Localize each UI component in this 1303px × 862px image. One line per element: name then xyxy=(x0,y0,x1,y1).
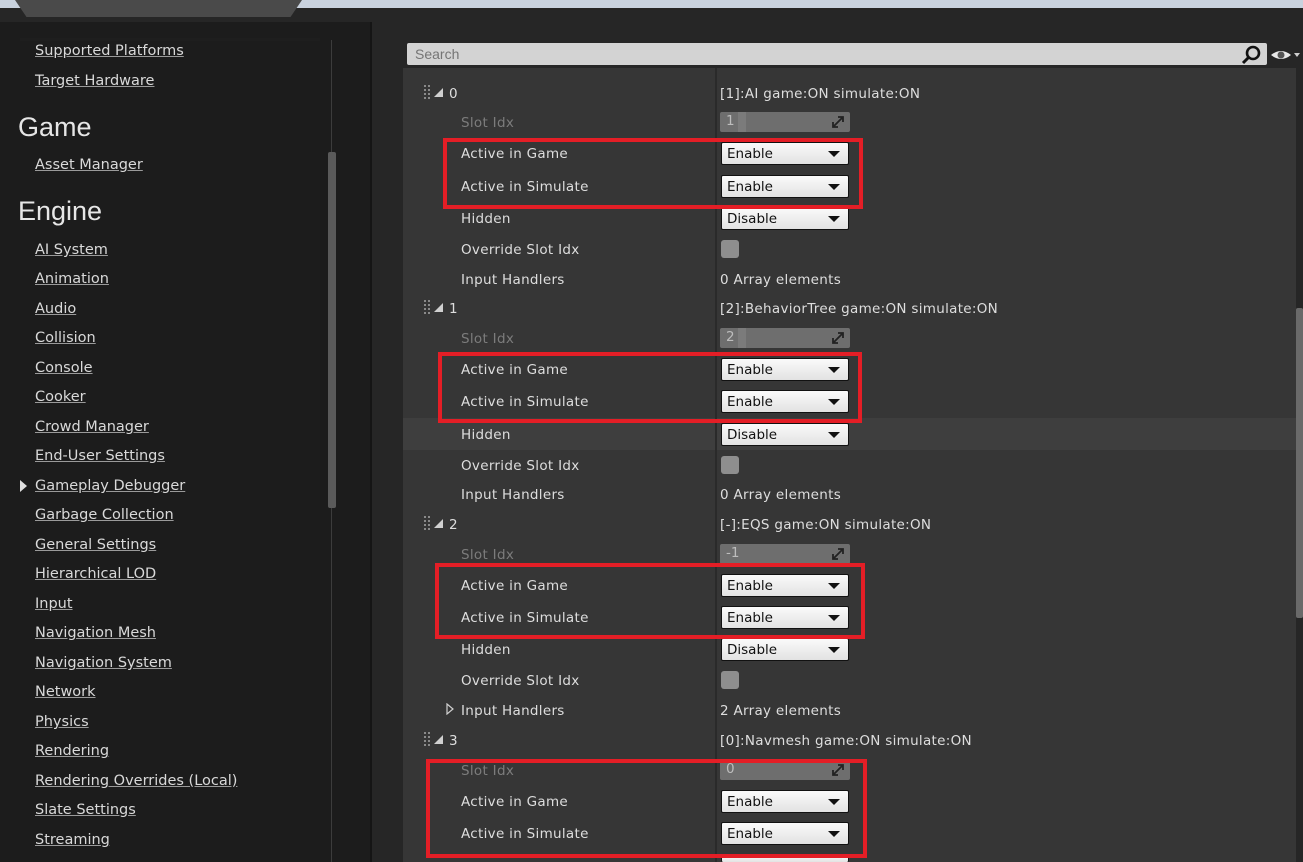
highlight-box xyxy=(438,352,862,423)
settings-sidebar xyxy=(0,22,338,862)
drag-handle-icon[interactable] xyxy=(424,516,430,532)
sidebar-item-rendering[interactable]: Rendering xyxy=(35,743,109,759)
sidebar-item-input[interactable]: Input xyxy=(35,596,73,612)
dropdown-value: Disable xyxy=(727,427,778,443)
sidebar-item-crowd-manager[interactable]: Crowd Manager xyxy=(35,419,149,435)
hidden-dropdown[interactable]: Disable xyxy=(721,207,849,230)
override-slot-idx-checkbox[interactable] xyxy=(721,240,739,258)
element-index: 3 xyxy=(449,733,458,749)
drag-handle-icon[interactable] xyxy=(424,85,430,101)
settings-tab[interactable] xyxy=(15,0,302,17)
slot-idx-value: 1 xyxy=(726,113,735,129)
sidebar-item-physics[interactable]: Physics xyxy=(35,714,89,730)
input-handlers-label: Input Handlers xyxy=(461,272,565,288)
sidebar-item-asset-manager[interactable]: Asset Manager xyxy=(35,157,143,173)
input-handlers-label: Input Handlers xyxy=(461,703,565,719)
spinbox-knob xyxy=(738,112,746,132)
element-summary: [2]:BehaviorTree game:ON simulate:ON xyxy=(720,301,999,317)
caret-down-icon xyxy=(828,216,840,222)
slot-idx-spinbox[interactable]: -1 xyxy=(720,544,850,564)
sidebar-item-ai-system[interactable]: AI System xyxy=(35,242,108,258)
expand-arrow-icon[interactable] xyxy=(446,703,454,715)
element-summary: [0]:Navmesh game:ON simulate:ON xyxy=(720,733,972,749)
dropdown-value: Disable xyxy=(727,642,778,658)
section-heading-engine: Engine xyxy=(18,196,103,226)
caret-down-icon xyxy=(828,647,840,653)
sidebar-item-gameplay-debugger[interactable]: Gameplay Debugger xyxy=(35,478,185,494)
sidebar-item-target-hardware[interactable]: Target Hardware xyxy=(35,73,154,89)
sidebar-item-animation[interactable]: Animation xyxy=(35,271,109,287)
hidden-dropdown[interactable]: Disable xyxy=(721,638,849,661)
drag-handle-icon[interactable] xyxy=(424,732,430,748)
hidden-dropdown[interactable]: Disable xyxy=(721,423,849,446)
sidebar-item-supported-platforms[interactable]: Supported Platforms xyxy=(35,43,184,59)
sidebar-item-hierarchical-lod[interactable]: Hierarchical LOD xyxy=(35,566,156,582)
sidebar-item-general-settings[interactable]: General Settings xyxy=(35,537,156,553)
sidebar-item-navigation-system[interactable]: Navigation System xyxy=(35,655,172,671)
highlight-box xyxy=(426,759,867,858)
element-summary: [-]:EQS game:ON simulate:ON xyxy=(720,517,932,533)
input-handlers-value: 2 Array elements xyxy=(720,703,842,719)
override-slot-idx-label: Override Slot Idx xyxy=(461,242,580,258)
element-index: 1 xyxy=(449,301,458,317)
expand-arrow-icon[interactable] xyxy=(20,480,27,492)
panel-gap xyxy=(338,22,372,862)
drag-handle-icon[interactable] xyxy=(424,300,430,316)
expand-arrows-icon xyxy=(832,548,844,560)
hidden-label: Hidden xyxy=(461,211,511,227)
collapse-arrow-icon[interactable] xyxy=(434,735,443,744)
element-index: 0 xyxy=(449,86,458,102)
sidebar-item-streaming[interactable]: Streaming xyxy=(35,832,110,848)
sidebar-item-audio[interactable]: Audio xyxy=(35,301,76,317)
hidden-label: Hidden xyxy=(461,642,511,658)
expand-arrows-icon xyxy=(832,116,844,128)
element-index: 2 xyxy=(449,517,458,533)
element-summary: [1]:AI game:ON simulate:ON xyxy=(720,86,921,102)
input-handlers-value: 0 Array elements xyxy=(720,272,842,288)
slot-idx-spinbox[interactable]: 1 xyxy=(720,112,850,132)
slot-idx-label: Slot Idx xyxy=(461,331,515,347)
override-slot-idx-checkbox[interactable] xyxy=(721,671,739,689)
search-input[interactable] xyxy=(415,43,1215,65)
slot-idx-label: Slot Idx xyxy=(461,115,515,131)
input-handlers-value: 0 Array elements xyxy=(720,487,842,503)
highlight-box xyxy=(443,138,863,209)
dropdown-value: Disable xyxy=(727,211,778,227)
sidebar-item-cooker[interactable]: Cooker xyxy=(35,389,86,405)
override-slot-idx-label: Override Slot Idx xyxy=(461,458,580,474)
expand-arrows-icon xyxy=(832,332,844,344)
sidebar-item-console[interactable]: Console xyxy=(35,360,93,376)
section-heading-game: Game xyxy=(18,112,92,142)
slot-idx-value: -1 xyxy=(726,545,740,561)
override-slot-idx-checkbox[interactable] xyxy=(721,456,739,474)
sidebar-scrollbar[interactable] xyxy=(328,152,336,508)
caret-down-icon xyxy=(828,432,840,438)
slot-idx-spinbox[interactable]: 2 xyxy=(720,328,850,348)
spinbox-knob xyxy=(738,328,746,348)
tab-shadow xyxy=(20,38,320,41)
sidebar-item-rendering-overrides-local[interactable]: Rendering Overrides (Local) xyxy=(35,773,237,789)
sidebar-item-garbage-collection[interactable]: Garbage Collection xyxy=(35,507,174,523)
collapse-arrow-icon[interactable] xyxy=(434,303,443,312)
sidebar-item-end-user-settings[interactable]: End-User Settings xyxy=(35,448,165,464)
input-handlers-label: Input Handlers xyxy=(461,487,565,503)
collapse-arrow-icon[interactable] xyxy=(434,88,443,97)
sidebar-item-navigation-mesh[interactable]: Navigation Mesh xyxy=(35,625,156,641)
eye-view-options-icon[interactable] xyxy=(1270,47,1300,63)
slot-idx-value: 2 xyxy=(726,329,735,345)
hidden-label: Hidden xyxy=(461,427,511,443)
highlight-box xyxy=(435,563,865,639)
sidebar-item-collision[interactable]: Collision xyxy=(35,330,96,346)
sidebar-item-network[interactable]: Network xyxy=(35,684,96,700)
sidebar-item-slate-settings[interactable]: Slate Settings xyxy=(35,802,136,818)
details-scrollbar-thumb[interactable] xyxy=(1296,308,1303,618)
override-slot-idx-label: Override Slot Idx xyxy=(461,673,580,689)
search-icon[interactable] xyxy=(1241,45,1261,65)
search-box[interactable] xyxy=(407,43,1267,65)
slot-idx-label: Slot Idx xyxy=(461,547,515,563)
collapse-arrow-icon[interactable] xyxy=(434,519,443,528)
